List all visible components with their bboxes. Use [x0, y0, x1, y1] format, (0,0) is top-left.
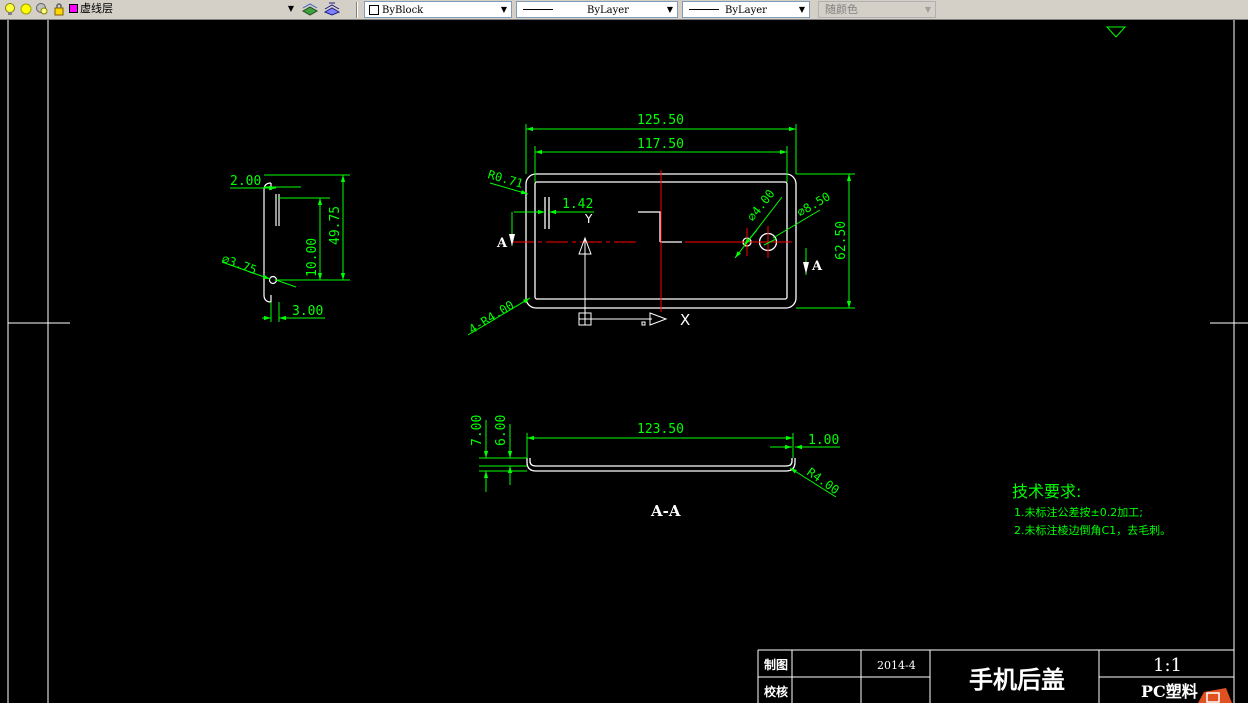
- title-block: 制图 校核 2014-4 手机后盖 1:1 PC塑料: [757, 649, 1234, 703]
- ucs-icon: [578, 236, 668, 326]
- front-view: A A X Y 125.50 117.50 62.50 R0.71 1.42 ⌀…: [466, 113, 855, 337]
- side-view: 2.00 49.75 10.00 ⌀3.75 3.00: [220, 174, 350, 322]
- plotstyle-dropdown-value: 随颜色: [825, 3, 858, 16]
- layer-previous-icon[interactable]: [301, 2, 319, 16]
- axis-x-label: X: [680, 311, 690, 329]
- section-arrows: [509, 234, 809, 274]
- lock-icon[interactable]: [52, 2, 66, 16]
- drawing-svg: 2.00 49.75 10.00 ⌀3.75 3.00 A A X Y 125.…: [7, 20, 1248, 703]
- notes-title: 技术要求:: [1012, 482, 1081, 501]
- lineweight-dropdown[interactable]: ByLayer ▼: [682, 1, 810, 18]
- chevron-down-icon[interactable]: ▼: [663, 2, 677, 17]
- dim-side-top: 2.00: [230, 174, 261, 189]
- side-view-outline: [263, 182, 280, 303]
- properties-toolbar: 虚线层 ▼ ByBlock ▼ ByLayer ▼ ByLayer ▼ 随颜色 …: [0, 0, 1248, 20]
- drawing-canvas[interactable]: 2.00 49.75 10.00 ⌀3.75 3.00 A A X Y 125.…: [0, 20, 1248, 703]
- lineweight-dropdown-value: ByLayer: [725, 5, 767, 16]
- plotstyle-dropdown: 随颜色 ▼: [818, 1, 936, 18]
- side-view-dims: [221, 174, 350, 322]
- dim-front-height: 62.50: [834, 221, 849, 260]
- drawn-by-label: 制图: [764, 657, 788, 672]
- section-view-label: A-A: [650, 502, 681, 520]
- orientation-triangle-icon: [1105, 26, 1127, 38]
- checked-by-label: 校核: [764, 684, 788, 699]
- layer-color-swatch: [69, 4, 78, 13]
- chevron-down-icon[interactable]: ▼: [497, 2, 511, 17]
- linetype-sample-icon: [523, 8, 553, 10]
- dim-side-hole-dia: ⌀3.75: [220, 252, 259, 278]
- chevron-down-icon: ▼: [924, 5, 932, 14]
- notes-item: 2.未标注棱边倒角C1，去毛刺。: [1014, 523, 1171, 537]
- dim-front-inner: 117.50: [637, 137, 684, 152]
- drawing-frame: [7, 20, 1248, 703]
- dim-side-bottom: 3.00: [292, 304, 323, 319]
- linetype-dropdown[interactable]: ByLayer ▼: [516, 1, 678, 18]
- lightbulb-on-icon[interactable]: [3, 2, 17, 16]
- dim-side-hole-pos: 10.00: [305, 238, 320, 277]
- linetype-dropdown-value: ByLayer: [587, 5, 629, 16]
- notes-item: 1.未标注公差按±0.2加工;: [1014, 505, 1143, 519]
- chevron-down-icon[interactable]: ▼: [795, 2, 809, 17]
- dim-section-wall: 1.00: [808, 433, 839, 448]
- color-dropdown[interactable]: ByBlock ▼: [364, 1, 512, 18]
- section-view-outline: [526, 458, 796, 472]
- dim-front-hole-large: ⌀8.50: [795, 189, 833, 219]
- layer-states-icon[interactable]: [323, 2, 341, 16]
- part-name: 手机后盖: [969, 665, 1065, 694]
- technical-notes: 技术要求: 1.未标注公差按±0.2加工; 2.未标注棱边倒角C1，去毛刺。: [1012, 482, 1171, 537]
- color-dropdown-value: ByBlock: [382, 5, 424, 16]
- dim-section-length: 123.50: [637, 422, 684, 437]
- drawing-scale: 1:1: [1153, 655, 1182, 676]
- dim-section-height-total: 7.00: [470, 415, 485, 446]
- drawing-date: 2014-4: [877, 659, 916, 672]
- color-swatch-icon: [369, 4, 379, 15]
- dim-section-height-inner: 6.00: [494, 415, 509, 446]
- dim-front-offset: 1.42: [562, 197, 593, 212]
- dim-side-height: 49.75: [328, 206, 343, 245]
- axis-y-label: Y: [584, 212, 593, 226]
- app-badge-icon: [1198, 688, 1232, 703]
- layer-dropdown-value: 虚线层: [80, 2, 113, 15]
- lineweight-sample-icon: [689, 8, 719, 10]
- layer-viewport-icon[interactable]: [35, 2, 49, 16]
- dim-front-corner-radius: 4-R4.00: [466, 298, 516, 337]
- dim-front-overall: 125.50: [637, 113, 684, 128]
- section-view: 123.50 1.00 7.00 6.00 R4.00 A-A: [470, 415, 842, 520]
- front-view-centerlines: [512, 170, 792, 312]
- part-material: PC塑料: [1141, 682, 1198, 701]
- section-mark-left: A: [496, 236, 508, 251]
- dim-front-hole-small: ⌀4.00: [744, 187, 777, 224]
- chevron-down-icon[interactable]: ▼: [284, 1, 298, 16]
- sun-icon[interactable]: [19, 2, 33, 16]
- toolbar-separator: [356, 2, 358, 18]
- layer-dropdown[interactable]: 虚线层 ▼: [80, 1, 298, 18]
- section-mark-right: A: [811, 259, 823, 274]
